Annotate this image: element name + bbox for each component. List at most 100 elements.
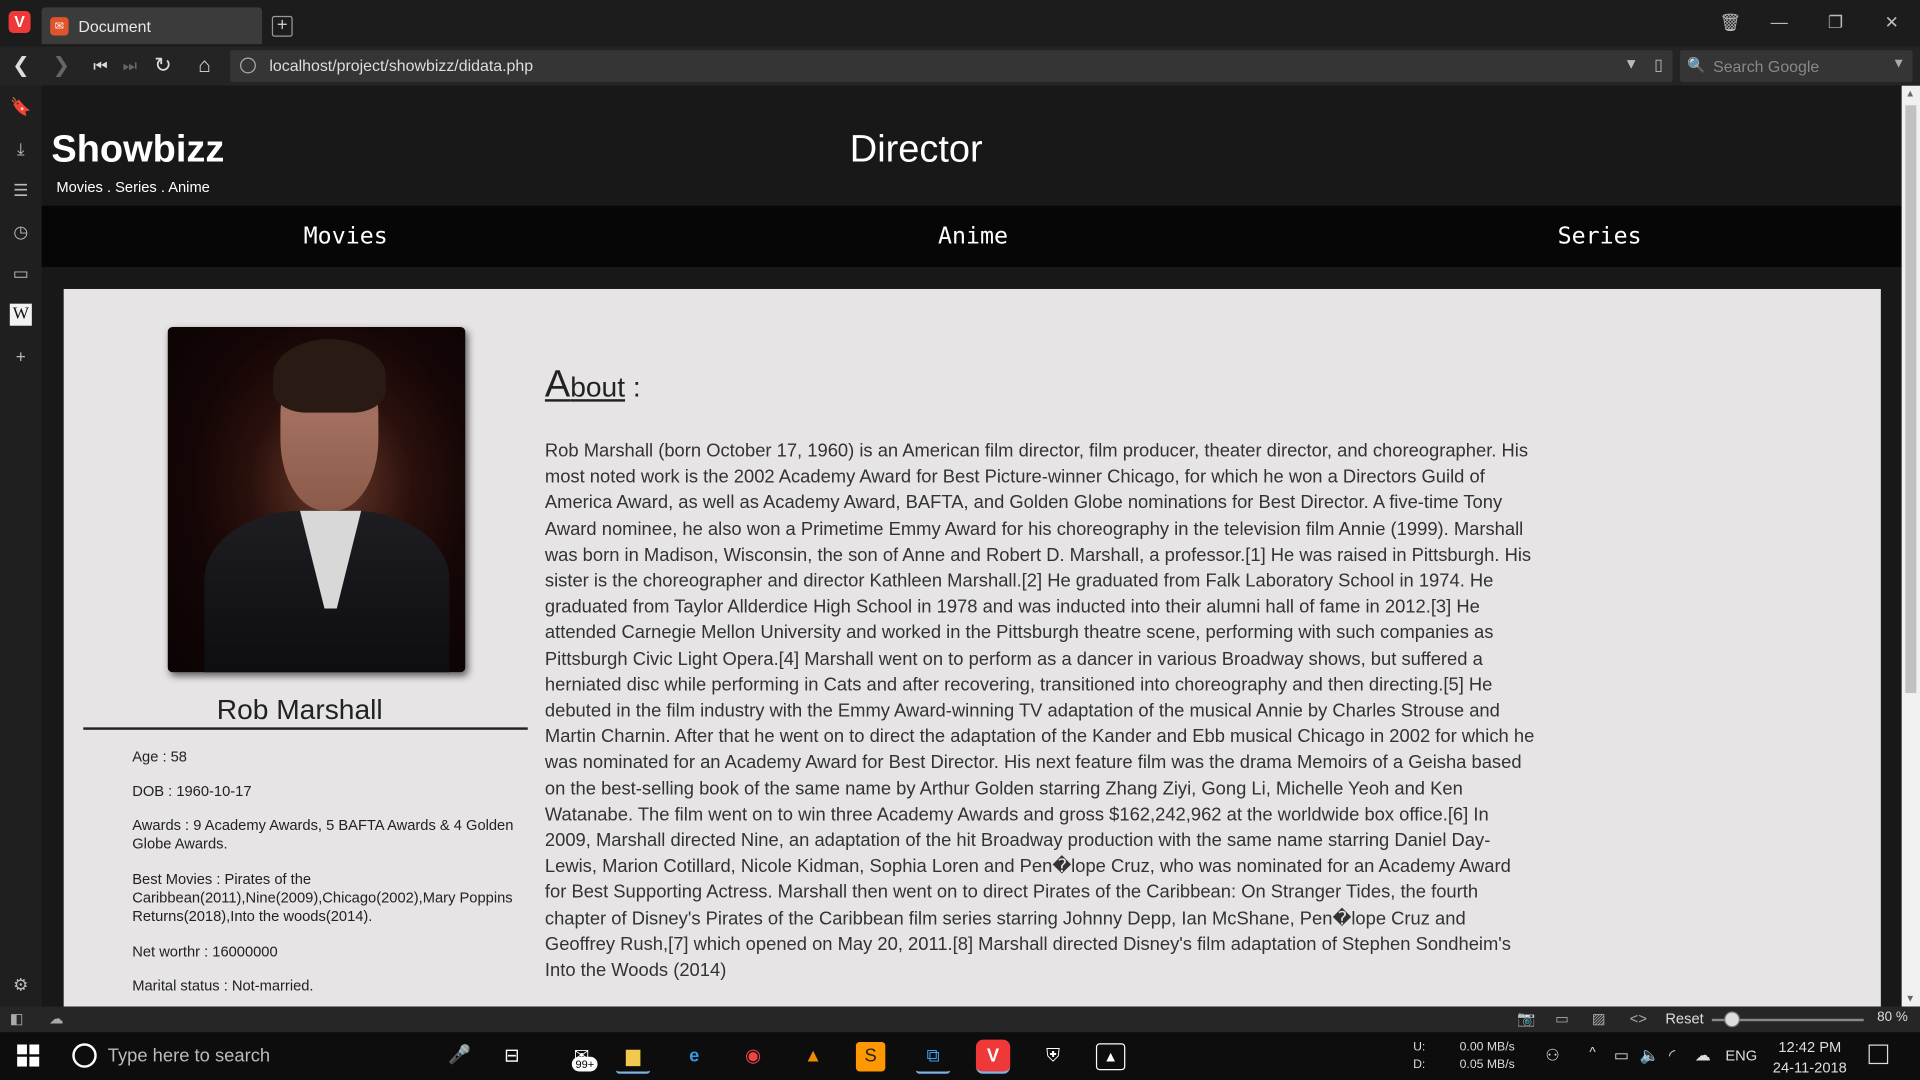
browser-address-row: ❮ ❯ ⏮ ⏭ ↻ ⌂ localhost/project/showbizz/d… [0, 46, 1920, 86]
bookmarks-panel-icon[interactable]: 🔖 [10, 96, 32, 118]
photos-icon[interactable]: ▲ [1095, 1043, 1126, 1071]
people-icon[interactable]: ⚇ [1545, 1046, 1559, 1066]
network-labels: U: D: [1413, 1040, 1425, 1074]
tray-chevron-icon[interactable]: ^ [1589, 1046, 1595, 1061]
close-button[interactable]: ✕ [1877, 10, 1906, 34]
language-indicator[interactable]: ENG [1725, 1047, 1757, 1064]
start-pane [29, 1056, 40, 1067]
battery-icon[interactable]: ▭ [1614, 1046, 1629, 1066]
wikipedia-panel-icon[interactable]: W [9, 303, 32, 326]
clock-date: 24-11-2018 [1772, 1059, 1847, 1077]
search-box[interactable]: 🔍 Search Google ▼ [1680, 50, 1913, 83]
photo-hair [273, 339, 386, 413]
net-upload-value: 0.00 MB/s [1459, 1040, 1515, 1055]
minimize-button[interactable]: — [1765, 10, 1794, 34]
sublime-text-icon[interactable]: S [855, 1042, 886, 1072]
onedrive-icon[interactable]: ☁ [1695, 1046, 1711, 1066]
site-brand[interactable]: Showbizz [51, 127, 224, 171]
taskbar-search-input[interactable]: Type here to search [108, 1046, 270, 1067]
add-panel-icon[interactable]: + [10, 345, 32, 367]
about-heading-suffix: : [625, 371, 641, 403]
page-scrollbar[interactable]: ▲ ▼ [1901, 85, 1920, 1007]
reload-icon[interactable]: ↻ [149, 54, 176, 78]
net-upload-label: U: [1413, 1040, 1426, 1055]
name-divider [83, 727, 528, 730]
security-shield-icon[interactable]: ⛨ [1036, 1040, 1070, 1074]
net-download-label: D: [1413, 1057, 1426, 1072]
page-actions-icon[interactable]: <> [1630, 1010, 1647, 1027]
mail-icon[interactable]: ✉99+ [557, 1040, 606, 1074]
clock[interactable]: 12:42 PM 24-11-2018 [1771, 1037, 1849, 1079]
screen: V ✉ Document + 🗑 — ❐ ✕ ❮ ❯ ⏮ ⏭ ↻ ⌂ local… [0, 0, 1920, 1080]
scroll-up-icon[interactable]: ▲ [1905, 88, 1915, 99]
file-explorer-icon[interactable]: ▆ [615, 1040, 651, 1074]
new-tab-button[interactable]: + [271, 15, 293, 37]
zoom-slider-handle[interactable] [1724, 1011, 1741, 1028]
url-text[interactable]: localhost/project/showbizz/didata.php [269, 56, 533, 74]
cortana-icon[interactable] [72, 1043, 97, 1068]
sync-cloud-icon[interactable]: ☁ [49, 1010, 64, 1027]
nav-series[interactable]: Series [1558, 223, 1642, 250]
trash-icon[interactable]: 🗑 [1716, 10, 1745, 34]
history-panel-icon[interactable]: ◷ [10, 220, 32, 242]
nav-anime[interactable]: Anime [938, 223, 1008, 250]
search-icon: 🔍 [1687, 56, 1706, 74]
task-view-icon[interactable]: ⊟ [495, 1040, 529, 1074]
browser-menu-icon[interactable]: V [8, 11, 31, 34]
site-header: Showbizz Movies . Series . Anime Directo… [41, 85, 1902, 206]
net-download-value: 0.05 MB/s [1459, 1057, 1515, 1072]
notes-panel-icon[interactable]: ☰ [10, 179, 32, 201]
about-heading-first: A [544, 362, 571, 406]
start-pane [17, 1056, 27, 1067]
forward-icon[interactable]: ❯ [48, 54, 75, 78]
windows-start-icon[interactable] [17, 1044, 40, 1067]
microphone-icon[interactable]: 🎤 [448, 1043, 471, 1065]
fast-forward-icon[interactable]: ⏭ [116, 54, 143, 78]
tab-title: Document [78, 17, 151, 36]
mail-badge: 99+ [571, 1056, 598, 1072]
browser-tab-bar: V ✉ Document + 🗑 — ❐ ✕ [0, 0, 1920, 47]
zoom-reset-button[interactable]: Reset [1665, 1010, 1703, 1027]
info-dob: DOB : 1960-10-17 [132, 782, 252, 800]
page-title: Director [849, 127, 983, 171]
scroll-down-icon[interactable]: ▼ [1905, 993, 1915, 1004]
back-icon[interactable]: ❮ [7, 54, 34, 78]
start-pane [17, 1044, 27, 1055]
volume-icon[interactable]: 🔈 [1640, 1046, 1660, 1066]
info-best-movies: Best Movies : Pirates of the Caribbean(2… [132, 870, 513, 925]
edge-icon[interactable]: e [677, 1040, 711, 1074]
capture-icon[interactable]: 📷 [1517, 1010, 1535, 1027]
images-icon[interactable]: ▨ [1592, 1010, 1606, 1027]
downloads-panel-icon[interactable]: ⤓ [10, 137, 32, 159]
browser-status-bar: ◧ ☁ 📷 ▭ ▨ <> Reset 80 % [0, 1006, 1920, 1033]
person-name: Rob Marshall [216, 693, 383, 725]
windows-taskbar: Type here to search 🎤 ⊟ ✉99+ ▆ e ◉ ▲ S ⧉… [0, 1032, 1920, 1080]
restore-button[interactable]: ❐ [1821, 10, 1850, 34]
search-engine-dropdown-icon[interactable]: ▼ [1892, 56, 1905, 71]
address-bar[interactable]: localhost/project/showbizz/didata.php ▼ … [230, 50, 1673, 83]
site-nav: Movies Anime Series [41, 205, 1902, 267]
rewind-icon[interactable]: ⏮ [87, 54, 114, 78]
clock-time: 12:42 PM [1778, 1038, 1842, 1056]
wifi-icon[interactable]: ◜ [1669, 1046, 1675, 1066]
scroll-thumb[interactable] [1905, 105, 1917, 694]
vlc-icon[interactable]: ▲ [796, 1040, 830, 1074]
vscode-icon[interactable]: ⧉ [915, 1040, 951, 1074]
home-icon[interactable]: ⌂ [191, 54, 218, 78]
site-info-icon[interactable] [240, 57, 256, 74]
panel-toggle-icon[interactable]: ◧ [10, 1010, 24, 1027]
search-placeholder[interactable]: Search Google [1713, 58, 1819, 76]
chrome-icon[interactable]: ◉ [736, 1040, 770, 1074]
info-net-worth: Net worthr : 16000000 [132, 942, 278, 961]
window-panel-icon[interactable]: ▭ [10, 262, 32, 284]
notification-center-icon[interactable] [1868, 1044, 1889, 1065]
history-dropdown-icon[interactable]: ▼ [1624, 55, 1639, 72]
bookmark-icon[interactable]: ▯ [1654, 55, 1663, 75]
settings-icon[interactable]: ⚙ [10, 973, 32, 995]
page-viewport: Showbizz Movies . Series . Anime Directo… [41, 85, 1902, 1007]
tiling-icon[interactable]: ▭ [1555, 1010, 1569, 1027]
php-icon: ✉ [50, 17, 69, 36]
vivaldi-icon[interactable]: V [975, 1039, 1011, 1074]
browser-tab[interactable]: ✉ Document [41, 7, 263, 45]
nav-movies[interactable]: Movies [304, 223, 388, 250]
